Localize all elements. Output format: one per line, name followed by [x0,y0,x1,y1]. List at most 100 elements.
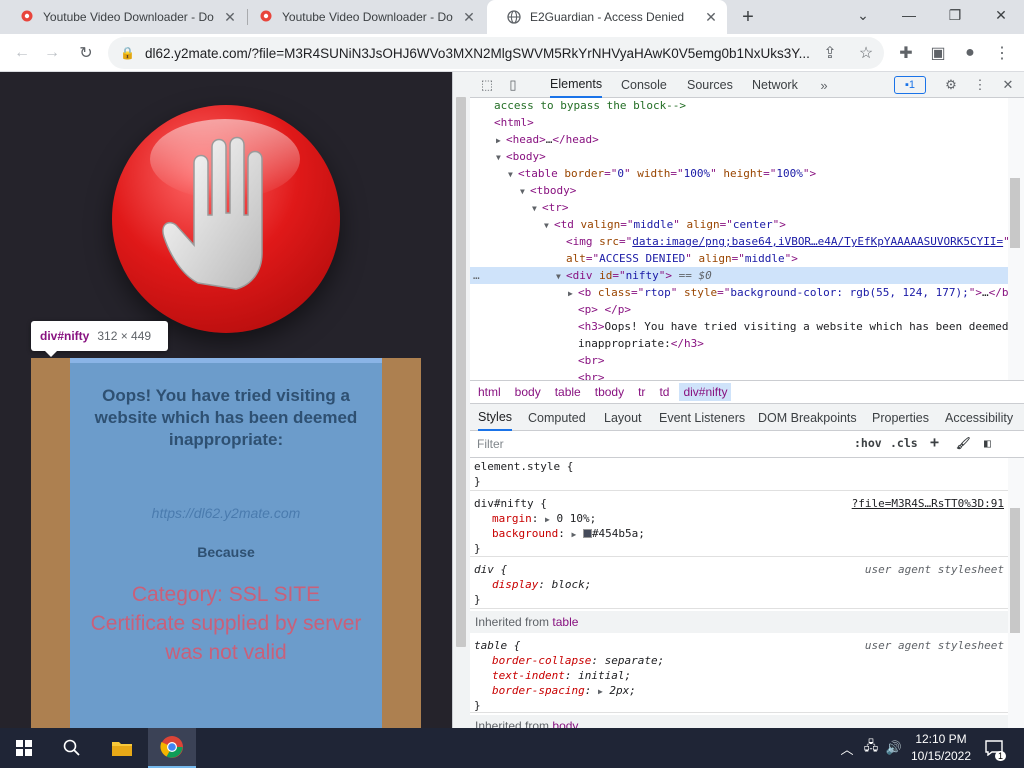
chrome-taskbar-icon[interactable] [148,728,196,768]
restore-button[interactable]: ❐ [932,0,978,30]
tab-youtube-downloader-2[interactable]: Youtube Video Downloader - Do ✕ [239,0,485,34]
tab-network[interactable]: Network [752,72,798,98]
dom-line[interactable]: <br> [470,352,1008,369]
search-icon[interactable] [48,728,96,768]
styles-tab-computed[interactable]: Computed [528,404,586,431]
bookmark-star-icon[interactable]: ☆ [854,41,878,65]
device-toolbar-icon[interactable]: ▯ [504,76,522,94]
breadcrumb-item[interactable]: tbody [595,385,624,399]
styles-tab-layout[interactable]: Layout [604,404,642,431]
close-window-button[interactable]: ✕ [978,0,1024,30]
new-tab-button[interactable]: + [736,5,760,29]
rule-source-link[interactable]: ?file=M3R4S…RsTT0%3D:91 [852,496,1004,511]
styles-tab-dom-breakpoints[interactable]: DOM Breakpoints [758,404,857,431]
reload-icon[interactable]: ↻ [74,41,98,65]
network-icon[interactable]: 🖧 [860,728,882,768]
dom-line[interactable]: <h3>Oops! You have tried visiting a webs… [470,318,1008,335]
dom-line[interactable]: <img src="data:image/png;base64,iVBOR…e4… [470,233,1010,250]
node-actions-ellipsis[interactable]: … [473,267,480,284]
breadcrumb-item[interactable]: td [659,385,669,399]
expand-triangle-icon[interactable]: ▶ [496,132,506,149]
new-style-rule-icon[interactable]: + [930,433,939,451]
profile-avatar-icon[interactable]: ● [958,41,982,65]
dom-line[interactable]: <p> </p> [470,301,1008,318]
blocked-url-link[interactable]: https://dl62.y2mate.com [70,505,382,521]
close-tab-icon[interactable]: ✕ [222,9,238,25]
breadcrumb-item[interactable]: tr [638,385,645,399]
tab-console[interactable]: Console [621,72,667,98]
tab-sources[interactable]: Sources [687,72,733,98]
styles-tab-event-listeners[interactable]: Event Listeners [659,404,745,431]
expand-triangle-icon[interactable]: ▼ [520,183,530,200]
breadcrumb-item[interactable]: html [478,385,501,399]
inherited-tag-link[interactable]: body [552,719,578,728]
toggle-sidebar-icon[interactable]: ◧ [984,436,991,450]
file-explorer-icon[interactable] [98,728,146,768]
styles-filter-input[interactable]: Filter [474,434,844,454]
close-tab-icon[interactable]: ✕ [461,9,477,25]
issues-badge[interactable]: ▪ 1 [894,76,926,94]
dom-line[interactable]: inappropriate:</h3> [470,335,1008,352]
expand-triangle-icon[interactable]: ▼ [496,149,506,166]
dom-line[interactable]: ▼ <tbody> [470,182,1008,199]
breadcrumb-item[interactable]: body [515,385,541,399]
nifty-selector[interactable]: div#nifty { [474,496,547,511]
more-tabs-icon[interactable]: » [815,76,833,94]
tab-youtube-downloader-1[interactable]: Youtube Video Downloader - Do ✕ [0,0,246,34]
devtools-menu-icon[interactable]: ⋮ [971,76,989,94]
close-devtools-icon[interactable]: ✕ [999,76,1017,94]
volume-icon[interactable]: 🔊 [883,728,905,768]
tab-elements[interactable]: Elements [550,72,603,98]
lock-icon[interactable]: 🔒 [120,46,135,60]
dom-line[interactable]: ▶ <b class="rtop" style="background-color… [470,284,1015,302]
dom-line[interactable]: ▼ <table border="0" width="100%" height="… [470,165,1008,182]
forward-icon[interactable]: → [40,41,64,65]
side-panel-icon[interactable]: ▣ [926,41,950,65]
close-tab-icon[interactable]: ✕ [703,9,719,25]
margin-declaration[interactable]: margin: ▶ 0 10%; [492,511,596,527]
color-swatch[interactable] [582,529,592,538]
dom-tree-scrollbar[interactable] [1008,98,1024,380]
background-declaration[interactable]: background: ▶ #454b5a; [492,526,645,542]
dom-line[interactable]: <br> [470,369,1008,380]
page-scrollbar[interactable] [452,72,470,728]
styles-tab-styles[interactable]: Styles [478,404,513,431]
paint-brush-icon[interactable]: 🖌 [956,436,971,450]
styles-scrollbar[interactable] [1008,458,1024,728]
dom-line[interactable]: ▶ <head>…</head> [470,131,1008,148]
chrome-menu-icon[interactable]: ⋮ [990,41,1014,65]
breadcrumb-item[interactable]: table [555,385,581,399]
system-clock[interactable]: 12:10 PM 10/15/2022 [906,731,976,765]
dom-line[interactable]: alt="ACCESS DENIED" align="middle"> [470,250,1008,267]
dom-line[interactable]: ▼ <body> [470,148,1008,165]
settings-gear-icon[interactable]: ⚙ [942,76,960,94]
dom-line[interactable]: access to bypass the block--> [470,98,1008,114]
notification-center-icon[interactable]: 1 [982,728,1006,768]
share-icon[interactable]: ⇪ [818,41,842,65]
expand-triangle-icon[interactable]: ▼ [508,166,518,183]
minimize-button[interactable]: — [886,0,932,30]
selected-dom-node[interactable]: ▼ <div id="nifty"> == $0… [470,267,1008,284]
expand-triangle-icon[interactable]: ▼ [544,217,554,234]
start-windows-icon[interactable] [0,728,48,768]
back-icon[interactable]: ← [10,41,34,65]
dom-line[interactable]: <html> [470,114,1008,131]
styles-tab-accessibility[interactable]: Accessibility [945,404,1013,431]
dom-line[interactable]: ▼ <tr> [470,199,1008,216]
show-hidden-icons-chevron[interactable]: ︿ [836,728,858,768]
styles-tab-properties[interactable]: Properties [872,404,929,431]
tab-search-icon[interactable]: ⌄ [840,0,886,30]
expand-triangle-icon[interactable]: ▶ [568,285,578,302]
breadcrumb-item[interactable]: div#nifty [679,383,732,401]
element-style-selector[interactable]: element.style { [474,459,573,474]
expand-triangle-icon[interactable]: ▼ [532,200,542,217]
cls-toggle[interactable]: .cls [890,436,918,450]
extensions-puzzle-icon[interactable]: ✚ [894,41,918,65]
inherited-tag-link[interactable]: table [552,615,578,629]
hov-toggle[interactable]: :hov [854,436,882,450]
address-bar[interactable]: 🔒 dl62.y2mate.com/?file=M3R4SUNiN3JsOHJ6… [108,37,884,69]
expand-triangle-icon[interactable]: ▼ [556,268,566,285]
dom-line[interactable]: ▼ <td valign="middle" align="center"> [470,216,1008,233]
url-text[interactable]: dl62.y2mate.com/?file=M3R4SUNiN3JsOHJ6WV… [145,46,835,61]
tab-e2guardian[interactable]: E2Guardian - Access Denied ✕ [487,0,727,34]
